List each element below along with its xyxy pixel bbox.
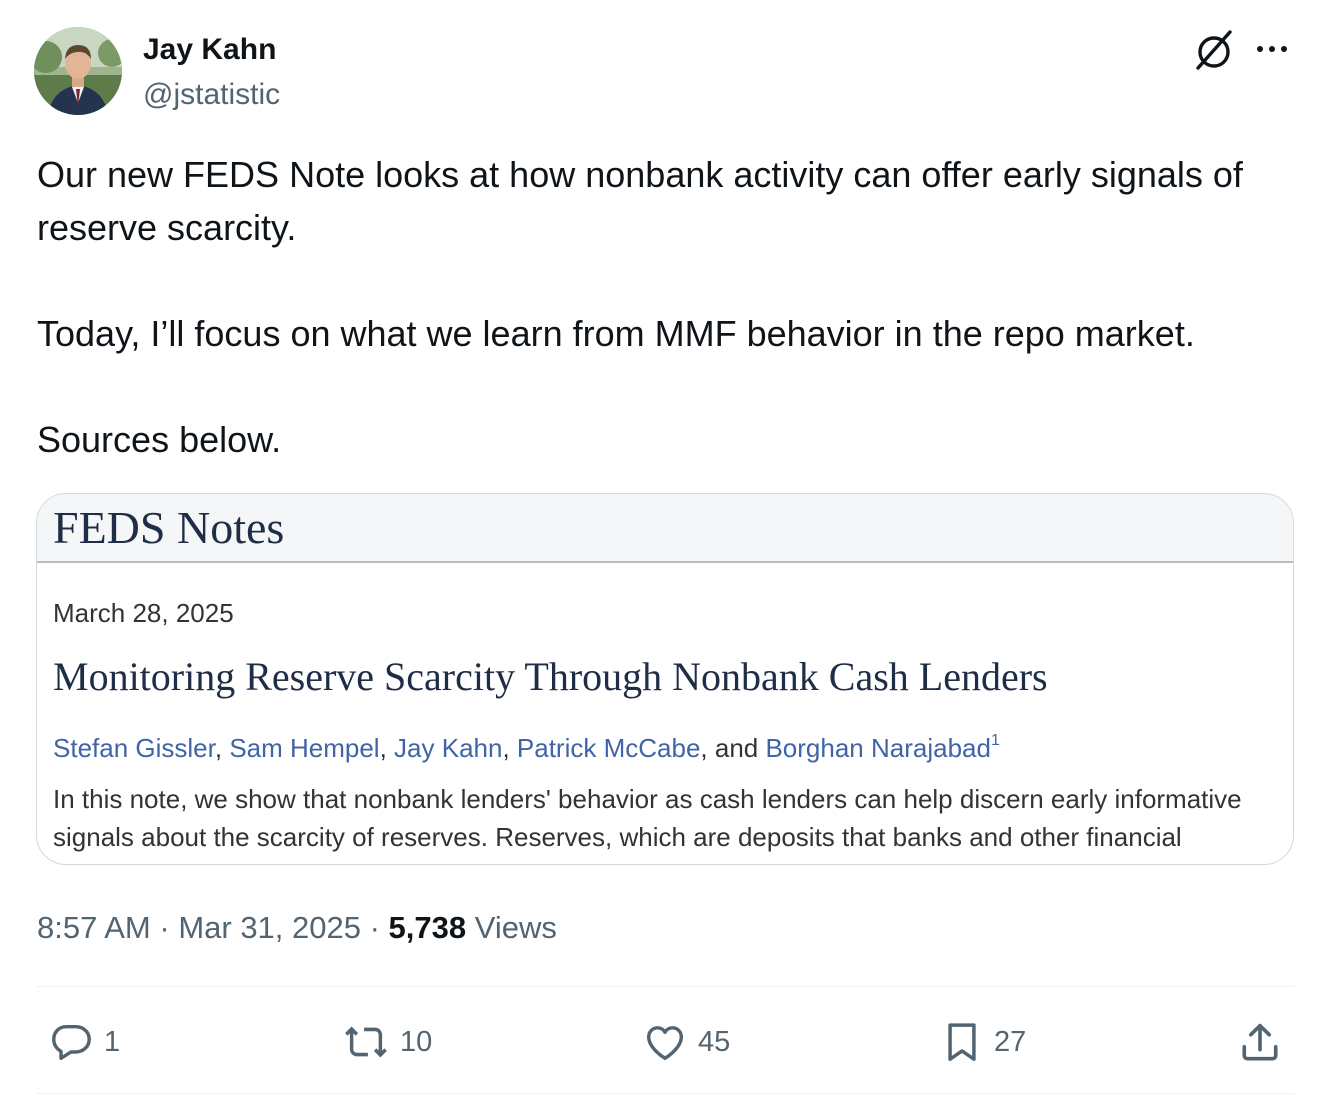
- grok-icon[interactable]: [1192, 28, 1236, 72]
- card-author: Sam Hempel: [229, 733, 380, 763]
- repost-icon: [345, 1026, 387, 1058]
- card-abstract: In this note, we show that nonbank lende…: [53, 784, 1242, 852]
- heart-icon: [646, 1026, 684, 1061]
- tweet-time[interactable]: 8:57 AM: [37, 910, 151, 945]
- divider: [36, 986, 1294, 987]
- tweet-paragraph: Today, I’ll focus on what we learn from …: [37, 313, 1195, 354]
- share-icon: [1242, 1023, 1278, 1061]
- bookmark-button[interactable]: 27: [940, 1016, 1026, 1068]
- author-separator: ,: [502, 733, 517, 763]
- views-count: 5,738: [388, 910, 467, 945]
- author-handle[interactable]: @jstatistic: [143, 76, 280, 114]
- reply-count: 1: [104, 1025, 121, 1058]
- reply-button[interactable]: 1: [48, 1016, 120, 1068]
- author-conjunction: , and: [700, 733, 766, 763]
- link-preview-card[interactable]: FEDS Notes March 28, 2025 Monitoring Res…: [36, 493, 1294, 865]
- card-header: FEDS Notes: [37, 494, 1293, 563]
- card-date: March 28, 2025: [53, 598, 234, 628]
- more-icon[interactable]: [1254, 34, 1290, 64]
- repost-count: 10: [400, 1025, 433, 1058]
- tweet-meta: 8:57 AM · Mar 31, 2025 · 5,738 Views: [37, 907, 557, 949]
- card-authors: Stefan Gissler, Sam Hempel, Jay Kahn, Pa…: [53, 725, 1000, 764]
- tweet-paragraph: Sources below.: [37, 419, 282, 460]
- avatar[interactable]: [34, 27, 122, 115]
- card-title: Monitoring Reserve Scarcity Through Nonb…: [53, 654, 1048, 699]
- like-button[interactable]: 45: [642, 1016, 730, 1068]
- bookmark-count: 27: [994, 1025, 1027, 1058]
- meta-separator: ·: [360, 910, 389, 945]
- card-author: Stefan Gissler: [53, 733, 215, 763]
- bookmark-icon: [948, 1023, 976, 1061]
- divider: [36, 1093, 1294, 1094]
- author-name[interactable]: Jay Kahn: [143, 30, 276, 70]
- footnote-marker: 1: [990, 732, 1000, 749]
- author-separator: ,: [379, 733, 395, 763]
- card-author: Jay Kahn: [394, 733, 503, 763]
- views-label: Views: [474, 910, 557, 945]
- reply-icon: [52, 1024, 91, 1061]
- meta-separator: ·: [150, 910, 179, 945]
- author-separator: ,: [214, 733, 230, 763]
- tweet-date[interactable]: Mar 31, 2025: [178, 910, 361, 945]
- profile-photo-icon: [34, 27, 122, 115]
- tweet-text: Our new FEDS Note looks at how nonbank a…: [37, 148, 1297, 466]
- tweet-paragraph: Our new FEDS Note looks at how nonbank a…: [37, 154, 1243, 248]
- repost-button[interactable]: 10: [342, 1016, 432, 1068]
- like-count: 45: [698, 1025, 731, 1058]
- card-brand: FEDS Notes: [53, 502, 285, 553]
- tweet: Jay Kahn @jstatistic Our new FEDS Note l…: [0, 0, 1328, 1095]
- share-button[interactable]: [1237, 1016, 1283, 1068]
- card-author: Borghan Narajabad: [765, 733, 991, 763]
- card-author: Patrick McCabe: [516, 733, 701, 763]
